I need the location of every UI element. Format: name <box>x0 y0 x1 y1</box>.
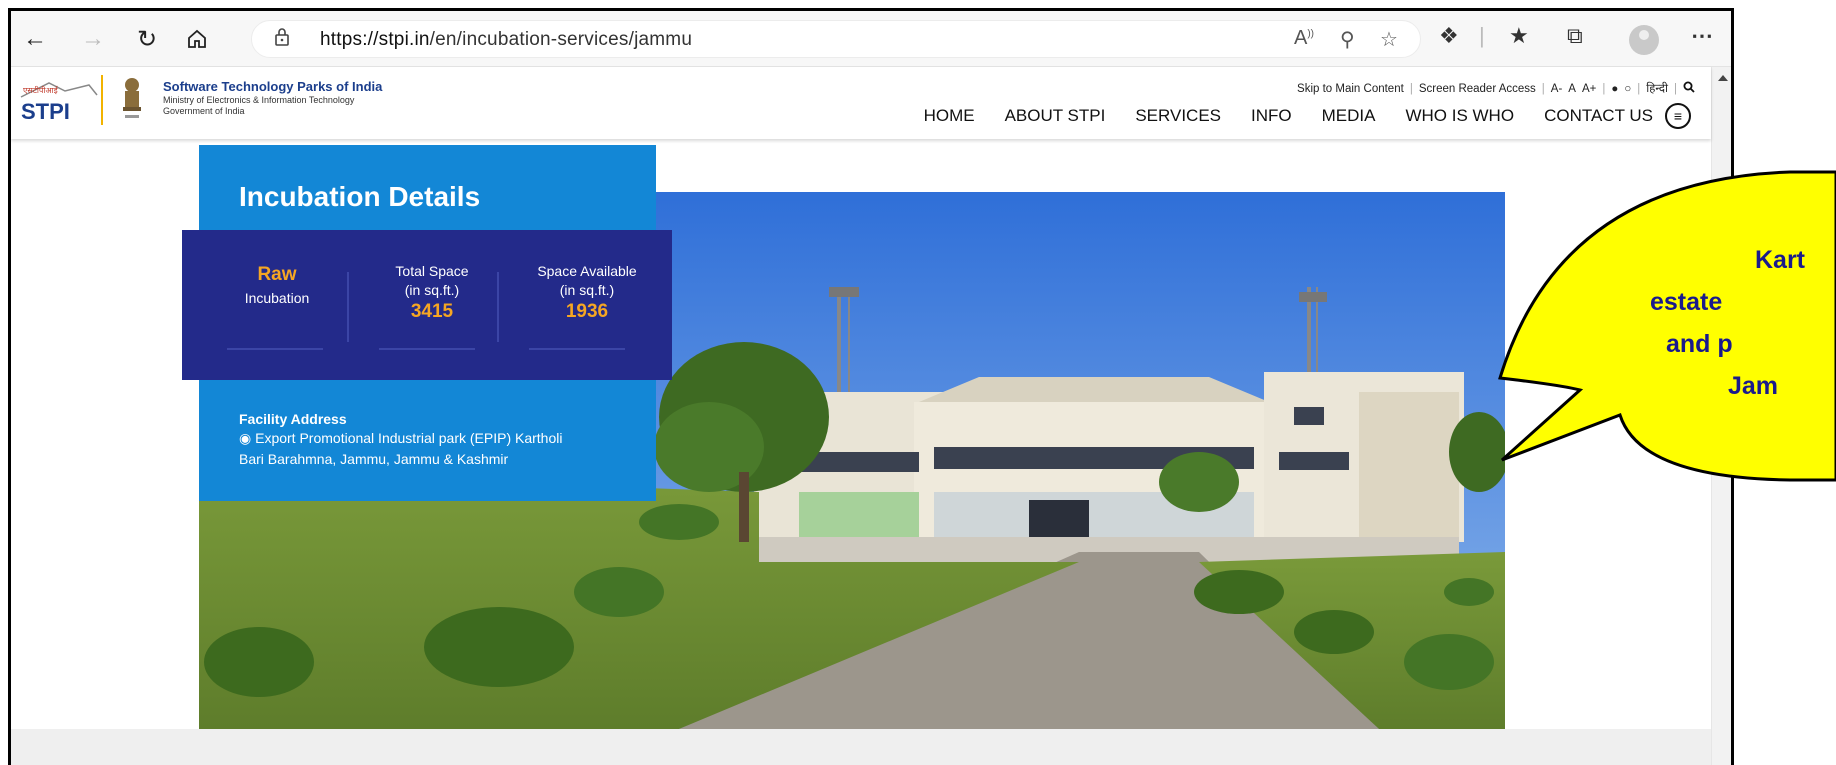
total-space-value: 3415 <box>410 301 454 322</box>
main-navigation: HOME ABOUT STPI SERVICES INFO MEDIA WHO … <box>924 103 1691 129</box>
incubation-stats-box: Raw Incubation Total Space (in sq.ft.) 3… <box>182 230 672 380</box>
separator: | <box>1541 82 1545 95</box>
section-divider-band <box>11 729 1711 765</box>
total-space-unit: (in sq.ft.) <box>404 282 460 298</box>
profile-avatar[interactable] <box>1629 25 1659 55</box>
nav-who-is-who[interactable]: WHO IS WHO <box>1405 106 1514 126</box>
hindi-language-link[interactable]: हिन्दी <box>1646 81 1668 96</box>
stat-raw-incubation: Raw Incubation <box>227 230 327 380</box>
incubation-label: Incubation <box>244 290 310 306</box>
toolbar-separator: | <box>1479 23 1485 48</box>
logo-divider <box>101 75 103 125</box>
extensions-icon[interactable]: ❖ <box>1439 23 1459 49</box>
stat-underline <box>227 348 323 350</box>
forward-arrow-icon[interactable]: → <box>77 23 109 55</box>
refresh-icon[interactable]: ↻ <box>131 23 163 55</box>
stat-divider <box>497 272 499 342</box>
scroll-up-arrow-icon[interactable] <box>1718 75 1728 81</box>
space-available-unit: (in sq.ft.) <box>559 282 615 298</box>
address-bar[interactable]: https://stpi.in/en/incubation-services/j… <box>251 20 1421 58</box>
org-government: Government of India <box>163 106 245 116</box>
favorites-icon[interactable]: ★ <box>1509 23 1529 49</box>
facility-address-line-2: Bari Barahmna, Jammu, Jammu & Kashmir <box>239 451 509 467</box>
collections-icon[interactable]: ⧉ <box>1567 23 1583 49</box>
space-available-label: Space Available <box>537 263 637 279</box>
card-title: Incubation Details <box>239 181 481 212</box>
nav-contact-us[interactable]: CONTACT US <box>1544 106 1653 126</box>
facility-address-line-1: ◉ Export Promotional Industrial park (EP… <box>239 430 563 446</box>
separator: | <box>1674 82 1677 95</box>
raw-label: Raw <box>257 264 297 285</box>
stpi-logo[interactable]: एसटीपीआई STPI <box>19 79 99 123</box>
back-arrow-icon[interactable]: ← <box>19 23 51 55</box>
svg-text:STPI: STPI <box>21 99 70 123</box>
stat-total-space: Total Space (in sq.ft.) 3415 <box>362 230 502 380</box>
org-ministry: Ministry of Electronics & Information Te… <box>163 95 355 105</box>
read-aloud-icon[interactable]: A)) <box>1294 27 1314 50</box>
browser-toolbar: ← → ↻ https://stpi.in/en/incubation-serv… <box>11 11 1731 67</box>
nav-about-stpi[interactable]: ABOUT STPI <box>1005 106 1106 126</box>
total-space-label: Total Space <box>395 263 469 279</box>
lock-icon[interactable] <box>274 27 290 53</box>
stat-divider <box>347 272 349 342</box>
map-marker-icon: ◉ <box>239 430 252 446</box>
nav-services[interactable]: SERVICES <box>1135 106 1221 126</box>
dark-theme-icon[interactable]: ● <box>1611 83 1618 95</box>
space-available-value: 1936 <box>565 301 609 322</box>
stat-space-available: Space Available (in sq.ft.) 1936 <box>512 230 662 380</box>
callout-text-line-2: estate <box>1650 288 1723 316</box>
nav-info[interactable]: INFO <box>1251 106 1292 126</box>
url-text[interactable]: https://stpi.in/en/incubation-services/j… <box>320 29 692 51</box>
separator: | <box>1637 82 1641 95</box>
font-increase-button[interactable]: A+ <box>1582 83 1596 95</box>
nav-media[interactable]: MEDIA <box>1322 106 1376 126</box>
browser-window: ← → ↻ https://stpi.in/en/incubation-serv… <box>8 8 1734 765</box>
site-header: एसटीपीआई STPI Software Technology Parks … <box>11 67 1711 139</box>
facility-address-title: Facility Address <box>239 411 347 427</box>
svg-text:एसटीपीआई: एसटीपीआई <box>23 85 59 95</box>
hamburger-menu-icon[interactable]: ≡ <box>1665 103 1691 129</box>
national-emblem-icon <box>123 78 141 118</box>
page-scrollbar[interactable] <box>1711 67 1731 765</box>
font-decrease-button[interactable]: A- <box>1551 83 1563 95</box>
nav-home[interactable]: HOME <box>924 106 975 126</box>
skip-to-main-link[interactable]: Skip to Main Content <box>1297 83 1404 95</box>
search-icon[interactable] <box>1683 81 1695 96</box>
org-name[interactable]: Software Technology Parks of India <box>163 79 382 94</box>
utility-bar: Skip to Main Content | Screen Reader Acc… <box>1297 81 1695 96</box>
more-options-icon[interactable]: ⋯ <box>1691 23 1713 49</box>
callout-text-line-1: Kart <box>1755 246 1806 274</box>
stat-underline <box>379 348 475 350</box>
zoom-out-icon[interactable]: ⚲ <box>1340 27 1355 52</box>
separator: | <box>1409 82 1413 95</box>
home-icon[interactable] <box>181 23 213 55</box>
callout-text-line-4: Jam <box>1728 372 1779 400</box>
separator: | <box>1602 82 1606 95</box>
callout-text-line-3: and p <box>1666 330 1733 358</box>
stat-underline <box>529 348 625 350</box>
screen-reader-link[interactable]: Screen Reader Access <box>1419 83 1536 95</box>
light-theme-icon[interactable]: ○ <box>1624 83 1631 95</box>
favorite-add-icon[interactable]: ☆ <box>1380 27 1398 52</box>
screenshot-frame: ← → ↻ https://stpi.in/en/incubation-serv… <box>0 0 1836 765</box>
font-normal-button[interactable]: A <box>1568 83 1576 95</box>
